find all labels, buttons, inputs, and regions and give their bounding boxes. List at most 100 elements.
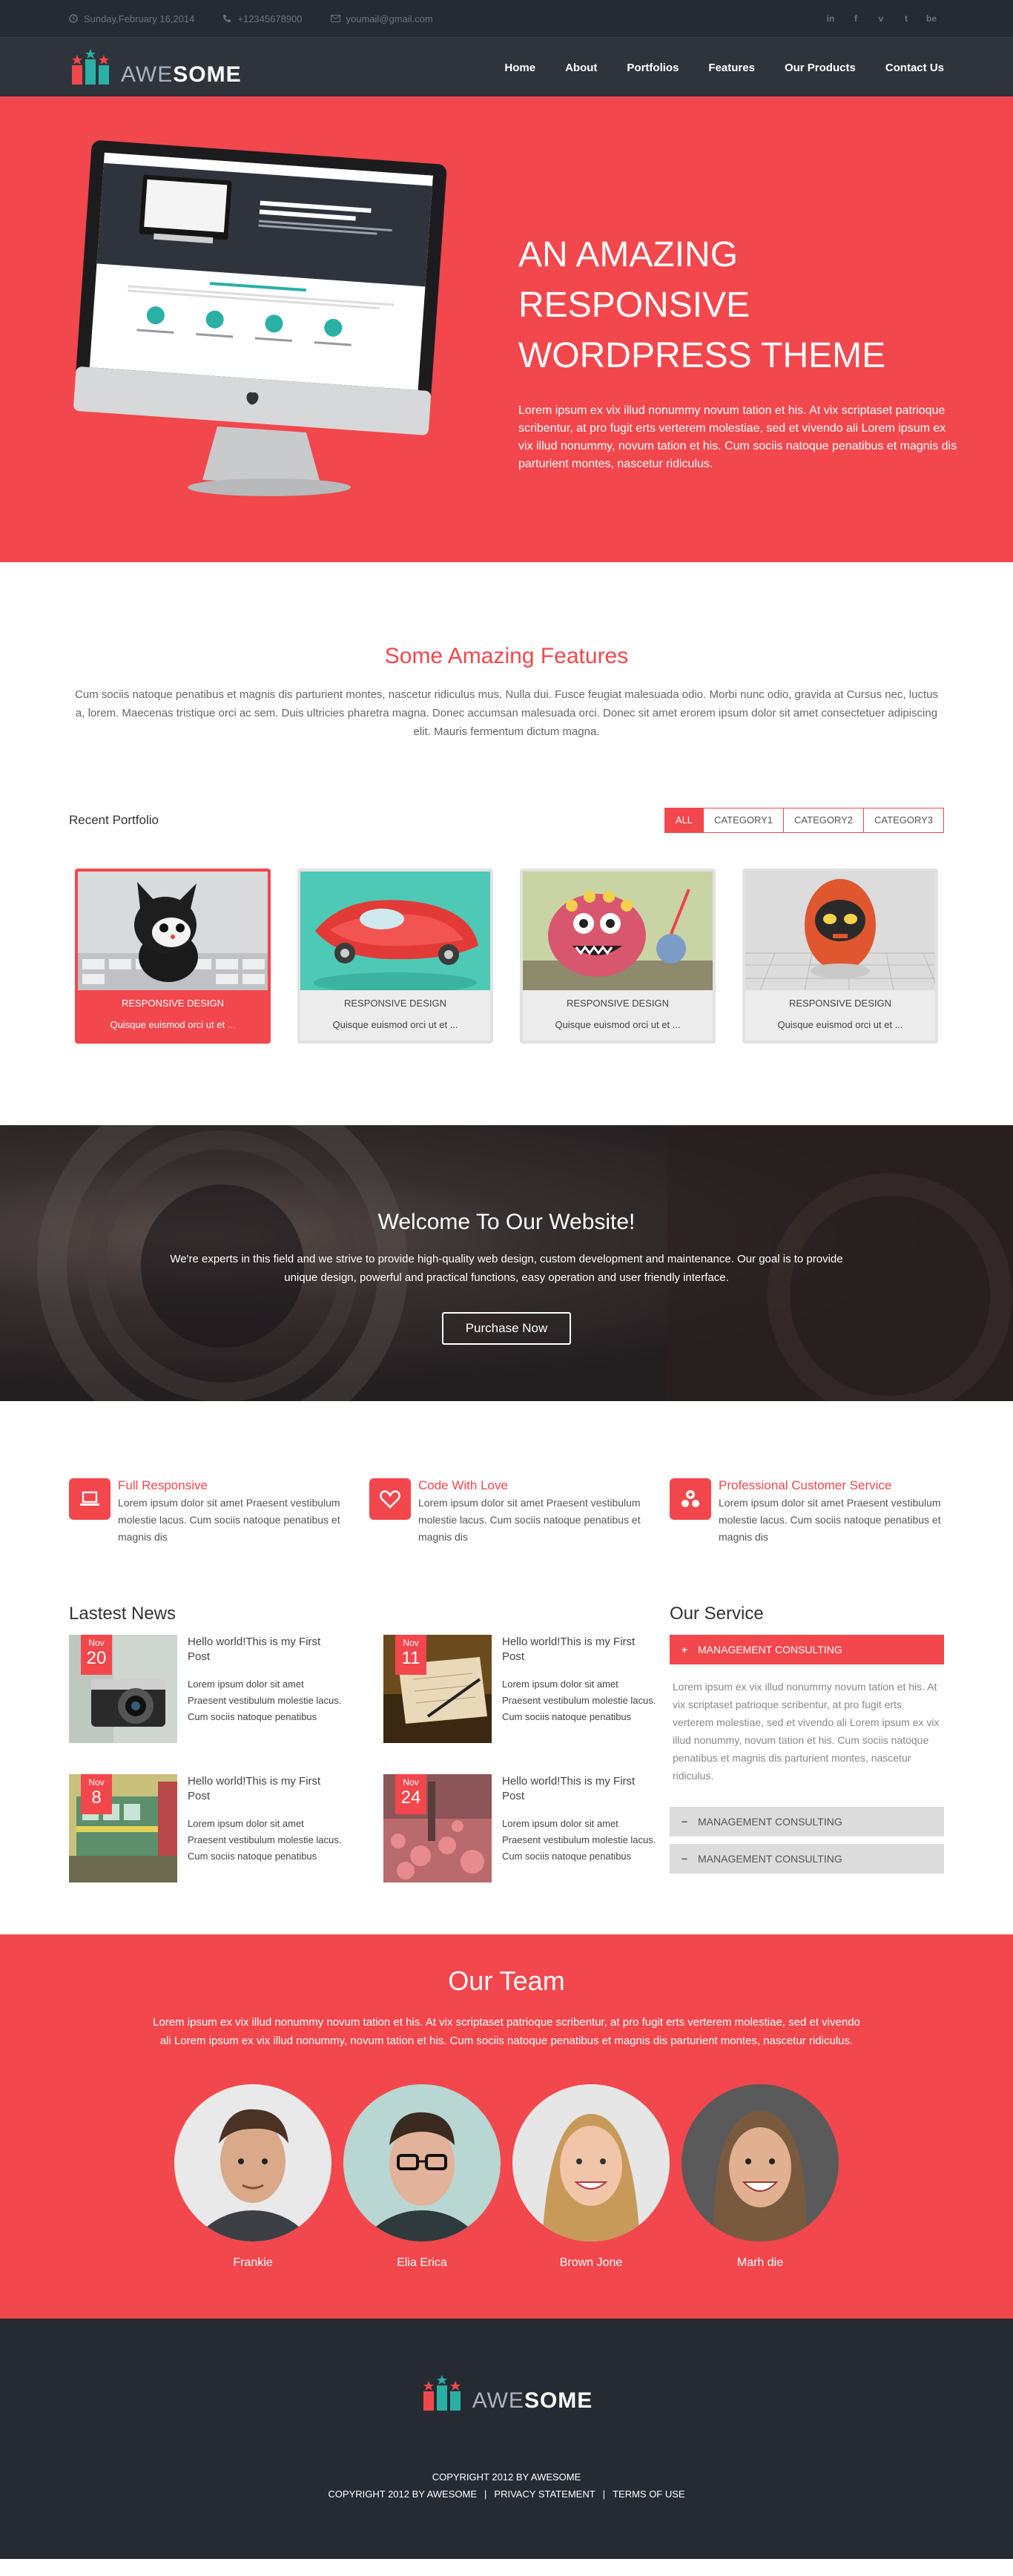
portfolio-category: RESPONSIVE DESIGN [567, 998, 669, 1009]
date-badge: Nov 8 [81, 1774, 112, 1814]
portfolio-card[interactable]: RESPONSIVE DESIGN Quisque euismod orci u… [742, 869, 938, 1044]
portfolio-desc: Quisque euismod orci ut et ... [555, 1019, 681, 1030]
service-title: Full Responsive [118, 1478, 208, 1492]
portfolio-image-monster [523, 872, 713, 990]
features-title: Some Amazing Features [384, 644, 629, 668]
email-text[interactable]: youmail@gmail.com [346, 13, 433, 24]
accordion-content: Lorem ipsum ex vix illud nonummy novum t… [673, 1681, 940, 1782]
phone-icon [223, 15, 231, 22]
filter-category2[interactable]: CATEGORY2 [783, 808, 864, 832]
hero-title: AN AMAZING RESPONSIVE WORDPRESS THEME [518, 235, 886, 375]
hero-text: AN AMAZING RESPONSIVE WORDPRESS THEME Lo… [518, 230, 963, 473]
avatar [682, 2084, 839, 2241]
nav-portfolios[interactable]: Portfolios [627, 62, 679, 74]
hero-banner: AN AMAZING RESPONSIVE WORDPRESS THEME Lo… [0, 96, 1013, 562]
logo-text-part1: AWE [472, 2388, 524, 2413]
hero-description: Lorem ipsum ex vix illud nonummy novum t… [518, 404, 957, 470]
news-image-notebook: Nov 11 [383, 1635, 492, 1743]
social-links: in f v t be [818, 13, 944, 24]
date-text: Sunday,February 16,2014 [84, 13, 195, 24]
news-item-text: Lorem ipsum dolor sit amet Praesent vest… [188, 1679, 342, 1722]
footer-link-privacy[interactable]: PRIVACY STATEMENT [494, 2488, 595, 2500]
heart-icon [369, 1478, 411, 1520]
vimeo-icon[interactable]: v [868, 13, 894, 24]
our-service: Our Service + MANAGEMENT CONSULTING Lore… [670, 1604, 944, 1882]
news-item-title[interactable]: Hello world!This is my First Post [502, 1774, 658, 1804]
news-title: Lastest News [69, 1604, 176, 1624]
news-item[interactable]: Nov 8 Hello world!This is my First Post L… [69, 1774, 383, 1882]
footer-logo[interactable]: AWESOME [0, 2319, 1013, 2412]
team-member[interactable]: Frankie [174, 2084, 331, 2270]
service-full-responsive: Full Responsive Lorem ipsum dolor sit am… [69, 1478, 343, 1546]
news-item[interactable]: Nov 24 Hello world!This is my First Post … [383, 1774, 670, 1882]
service-accordion: + MANAGEMENT CONSULTING Lorem ipsum ex v… [670, 1635, 944, 1874]
accordion-item[interactable]: − MANAGEMENT CONSULTING [670, 1807, 944, 1837]
accordion-item[interactable]: − MANAGEMENT CONSULTING [670, 1844, 944, 1874]
portfolio-desc: Quisque euismod orci ut et ... [110, 1019, 236, 1030]
portfolio-card[interactable]: RESPONSIVE DESIGN Quisque euismod orci u… [297, 869, 493, 1044]
logo-icon [72, 49, 109, 85]
filter-all[interactable]: ALL [664, 808, 704, 832]
plus-icon: + [681, 1644, 688, 1656]
team-section: Our Team Lorem ipsum ex vix illud nonumm… [0, 1934, 1013, 2319]
date-badge: Nov 24 [395, 1774, 426, 1814]
service-code-with-love: Code With Love Lorem ipsum dolor sit ame… [369, 1478, 644, 1546]
our-service-title: Our Service [670, 1604, 764, 1624]
portfolio-card[interactable]: RESPONSIVE DESIGN Quisque euismod orci u… [75, 869, 271, 1044]
welcome-title: Welcome To Our Website! [377, 1210, 636, 1234]
footer-link-copyright[interactable]: COPYRIGHT 2012 BY AWESOME [328, 2488, 477, 2500]
filter-category3[interactable]: CATEGORY3 [863, 808, 943, 832]
news-item-title[interactable]: Hello world!This is my First Post [188, 1635, 343, 1664]
behance-icon[interactable]: be [919, 13, 944, 24]
laptop-icon [69, 1478, 110, 1520]
avatar [343, 2084, 501, 2241]
portfolio-image-figure [745, 872, 935, 990]
service-title: Professional Customer Service [719, 1478, 892, 1492]
footer-link-terms[interactable]: TERMS OF USE [613, 2488, 685, 2500]
news-item[interactable]: Nov 20 Hello world!This is my First Post … [69, 1635, 383, 1743]
footer: AWESOME COPYRIGHT 2012 BY AWESOME COPYRI… [0, 2319, 1013, 2559]
clock-icon [69, 14, 78, 23]
accordion-label: MANAGEMENT CONSULTING [698, 1853, 842, 1865]
team-member[interactable]: Brown Jone [512, 2084, 670, 2270]
nav-home[interactable]: Home [504, 62, 535, 74]
purchase-now-button[interactable]: Purchase Now [441, 1312, 572, 1345]
logo[interactable]: AWESOME [69, 49, 242, 86]
accordion-item-open[interactable]: + MANAGEMENT CONSULTING [670, 1635, 944, 1664]
news-item-title[interactable]: Hello world!This is my First Post [188, 1774, 343, 1804]
minus-icon: − [681, 1816, 688, 1828]
news-item-title[interactable]: Hello world!This is my First Post [502, 1635, 658, 1664]
portfolio-category: RESPONSIVE DESIGN [122, 998, 224, 1009]
top-bar: Sunday,February 16,2014 +12345678900 you… [0, 0, 1013, 37]
twitter-icon[interactable]: t [894, 13, 919, 24]
email-info[interactable]: youmail@gmail.com [330, 13, 433, 24]
nav-about[interactable]: About [565, 62, 597, 74]
linkedin-icon[interactable]: in [818, 13, 843, 24]
member-name: Brown Jone [559, 2256, 623, 2269]
news-item[interactable]: Nov 11 Hello world!This is my First Post … [383, 1635, 670, 1743]
welcome-text: We're experts in this field and we striv… [170, 1253, 843, 1284]
nav-contact-us[interactable]: Contact Us [885, 62, 944, 74]
nav-our-products[interactable]: Our Products [785, 62, 856, 74]
welcome-banner: Welcome To Our Website! We're experts in… [0, 1125, 1013, 1401]
footer-links: COPYRIGHT 2012 BY AWESOME | PRIVACY STATEM… [328, 2488, 685, 2500]
accordion-label: MANAGEMENT CONSULTING [698, 1644, 842, 1656]
latest-news: Lastest News Nov 20 Hello world!This is m… [69, 1604, 670, 1882]
team-member[interactable]: Elia Erica [343, 2084, 501, 2270]
filter-category1[interactable]: CATEGORY1 [703, 808, 784, 832]
portfolio-category: RESPONSIVE DESIGN [789, 998, 891, 1009]
features-section: Some Amazing Features Cum sociis natoque… [0, 562, 1013, 741]
phone-info: +12345678900 [222, 13, 303, 24]
portfolio-card[interactable]: RESPONSIVE DESIGN Quisque euismod orci u… [520, 869, 716, 1044]
team-member[interactable]: Marh die [682, 2084, 839, 2270]
nav-features[interactable]: Features [708, 62, 755, 74]
header: AWESOME Home About Portfolios Features O… [0, 37, 1013, 96]
facebook-icon[interactable]: f [843, 13, 868, 24]
team-text: Lorem ipsum ex vix illud nonummy novum t… [153, 2016, 860, 2047]
portfolio-image-cat-toy [78, 872, 268, 990]
date-badge: Nov 20 [81, 1635, 112, 1675]
date-info: Sunday,February 16,2014 [69, 13, 194, 24]
minus-icon: − [681, 1853, 688, 1865]
news-image-camera: Nov 20 [69, 1635, 177, 1743]
service-text: Lorem ipsum dolor sit amet Praesent vest… [118, 1497, 340, 1543]
